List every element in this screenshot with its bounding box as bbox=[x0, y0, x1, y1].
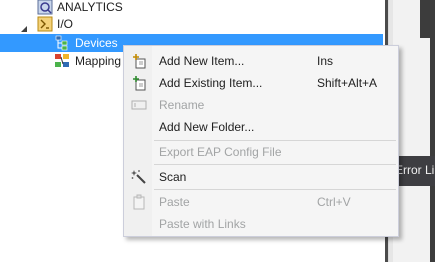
menu-item-paste-with-links: Paste with Links bbox=[124, 213, 398, 235]
analytics-icon bbox=[37, 0, 53, 15]
io-icon bbox=[37, 16, 53, 32]
menu-item-label: Paste with Links bbox=[159, 217, 246, 231]
dark-panel-strip bbox=[430, 0, 435, 262]
menu-item-rename: Rename bbox=[124, 94, 398, 116]
mapping-icon bbox=[54, 53, 70, 69]
menu-item-shortcut: Ins bbox=[317, 54, 334, 68]
menu-item-add-new-item[interactable]: Add New Item... Ins bbox=[124, 50, 398, 72]
menu-item-label: Rename bbox=[159, 98, 205, 112]
tree-item-io[interactable]: I/O bbox=[0, 15, 382, 33]
menu-separator bbox=[154, 189, 396, 190]
menu-item-label: Add New Item... bbox=[159, 54, 245, 68]
add-new-item-icon bbox=[131, 53, 147, 69]
menu-item-add-new-folder[interactable]: Add New Folder... bbox=[124, 116, 398, 138]
add-existing-item-icon bbox=[131, 75, 147, 91]
tree-item-label: ANALYTICS bbox=[57, 0, 123, 14]
menu-item-label: Add New Folder... bbox=[159, 120, 255, 134]
context-menu: Add New Item... Ins Add Existing Item...… bbox=[123, 45, 399, 237]
magic-wand-icon bbox=[131, 169, 147, 185]
menu-item-scan[interactable]: Scan bbox=[124, 166, 398, 188]
tree-item-label: Mapping bbox=[75, 54, 122, 68]
menu-item-export-eap-config: Export EAP Config File bbox=[124, 141, 398, 163]
menu-item-label: Add Existing Item... bbox=[159, 76, 263, 90]
devices-icon bbox=[54, 35, 70, 51]
tree-item-label: I/O bbox=[57, 17, 74, 31]
tree-item-label: Devices bbox=[75, 36, 118, 50]
tree-item-analytics[interactable]: ANALYTICS bbox=[0, 0, 382, 16]
error-list-tab[interactable]: Error Li bbox=[395, 163, 434, 177]
menu-item-label: Scan bbox=[159, 170, 187, 184]
rename-icon bbox=[131, 97, 147, 113]
menu-item-label: Export EAP Config File bbox=[159, 145, 282, 159]
menu-item-label: Paste bbox=[159, 195, 190, 209]
menu-item-shortcut: Ctrl+V bbox=[317, 195, 351, 209]
menu-separator bbox=[154, 164, 396, 165]
paste-icon bbox=[131, 194, 147, 210]
menu-item-add-existing-item[interactable]: Add Existing Item... Shift+Alt+A bbox=[124, 72, 398, 94]
menu-item-paste: Paste Ctrl+V bbox=[124, 191, 398, 213]
menu-item-shortcut: Shift+Alt+A bbox=[317, 76, 378, 90]
